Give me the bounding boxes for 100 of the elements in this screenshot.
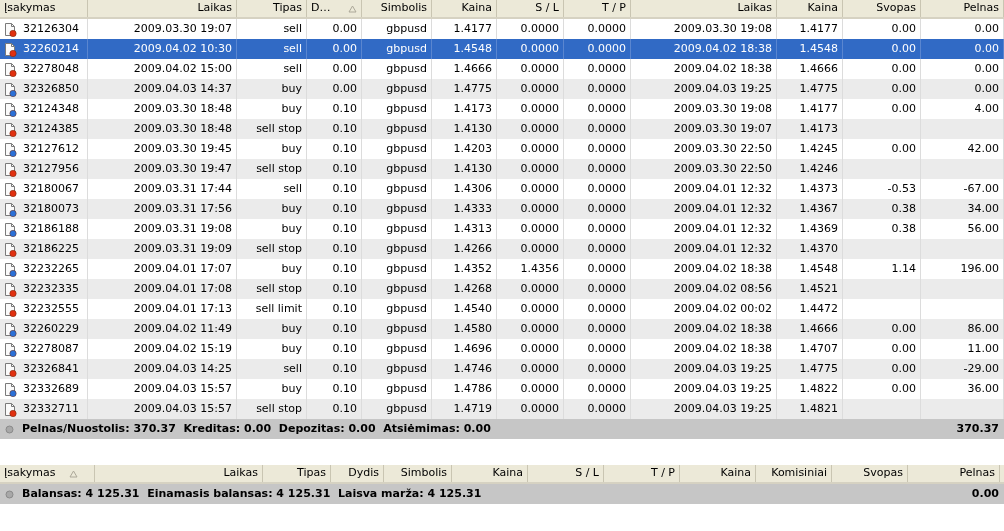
table-cell-text: gbpusd — [386, 240, 427, 257]
table-cell-text: 1.4580 — [453, 320, 492, 337]
table-cell-text: 2009.04.03 19:25 — [673, 80, 772, 97]
table-cell-text: gbpusd — [386, 100, 427, 117]
column-header[interactable]: D… — [307, 0, 362, 17]
order-row[interactable]: 32180073 2009.03.31 17:56 buy 0.10 gbpusd 1.4333 0.0000 0.0000 2009.04.01 12:32 1.4367 0.38 34.00 — [0, 199, 1004, 219]
table-cell-text: 0.0000 — [520, 380, 559, 397]
column-header[interactable]: Įsakymas — [0, 0, 88, 17]
table-cell-text: 0.0000 — [520, 400, 559, 417]
header-label: Įsakymas — [4, 0, 56, 17]
column-header[interactable]: T / P — [604, 465, 680, 482]
column-header[interactable]: Įsakymas — [0, 465, 95, 482]
table-cell-text: 2009.04.02 15:19 — [133, 340, 232, 357]
table-cell-text: 1.4130 — [453, 120, 492, 137]
column-header[interactable]: Kaina — [777, 0, 843, 17]
column-header[interactable]: Komisiniai — [756, 465, 832, 482]
table-cell-text: gbpusd — [386, 400, 427, 417]
table-cell-text: gbpusd — [386, 380, 427, 397]
table-cell-text: 0.10 — [332, 140, 357, 157]
table-cell-text: 1.4173 — [799, 120, 838, 137]
order-row[interactable]: 32326841 2009.04.03 14:25 sell 0.10 gbpusd 1.4746 0.0000 0.0000 2009.04.03 19:25 1.4775 0.00 -29.00 — [0, 359, 1004, 379]
column-header[interactable]: Pelnas — [908, 465, 1000, 482]
column-header[interactable]: Simbolis — [362, 0, 432, 17]
header-label: D… — [311, 0, 331, 17]
order-row[interactable]: 32260229 2009.04.02 11:49 buy 0.10 gbpusd 1.4580 0.0000 0.0000 2009.04.02 18:38 1.4666 0.00 86.00 — [0, 319, 1004, 339]
order-row[interactable]: 32186225 2009.03.31 19:09 sell stop 0.10 gbpusd 1.4266 0.0000 0.0000 2009.04.01 12:32 1.4370 — [0, 239, 1004, 259]
column-header[interactable]: Svopas — [843, 0, 921, 17]
header-label: Komisiniai — [771, 465, 827, 482]
column-header[interactable]: S / L — [497, 0, 564, 17]
header-label: Kaina — [720, 465, 751, 482]
table-cell-text: 2009.04.01 17:07 — [133, 260, 232, 277]
column-header[interactable]: Laikas — [631, 0, 777, 17]
table-cell-text: 0.00 — [332, 80, 357, 97]
table-cell-text: 2009.04.02 08:56 — [673, 280, 772, 297]
column-header[interactable]: Pelnas — [921, 0, 1004, 17]
table-cell-text: 1.4203 — [453, 140, 492, 157]
column-header[interactable]: Laikas — [95, 465, 263, 482]
table-cell-text: 1.4775 — [799, 80, 838, 97]
order-row[interactable]: 32124385 2009.03.30 18:48 sell stop 0.10 gbpusd 1.4130 0.0000 0.0000 2009.03.30 19:07 1.4173 — [0, 119, 1004, 139]
table-cell-text: 2009.04.02 00:02 — [673, 300, 772, 317]
table-cell-text: 32124385 — [23, 120, 79, 137]
order-row[interactable]: 32232335 2009.04.01 17:08 sell stop 0.10 gbpusd 1.4268 0.0000 0.0000 2009.04.02 08:56 1.4521 — [0, 279, 1004, 299]
table-cell-text: 1.4548 — [453, 40, 492, 57]
table-cell-text: gbpusd — [386, 360, 427, 377]
table-cell-text: 0.00 — [891, 60, 916, 77]
order-row[interactable]: 32326850 2009.04.03 14:37 buy 0.00 gbpusd 1.4775 0.0000 0.0000 2009.04.03 19:25 1.4775 0.00 0.00 — [0, 79, 1004, 99]
table-cell-text: 2009.03.30 22:50 — [673, 160, 772, 177]
table-cell-text: 1.4268 — [453, 280, 492, 297]
column-header[interactable]: Kaina — [452, 465, 528, 482]
column-header[interactable]: T / P — [564, 0, 631, 17]
column-header[interactable]: Dydis — [331, 465, 384, 482]
table-cell-text: 2009.03.31 17:44 — [133, 180, 232, 197]
column-header[interactable]: Kaina — [432, 0, 497, 17]
table-cell-text: buy — [281, 200, 302, 217]
order-row[interactable]: 32260214 2009.04.02 10:30 sell 0.00 gbpusd 1.4548 0.0000 0.0000 2009.04.02 18:38 1.4548 0.00 0.00 — [0, 39, 1004, 59]
table-cell-text: 2009.04.03 19:25 — [673, 360, 772, 377]
column-header[interactable]: Laikas — [88, 0, 237, 17]
account-summary: Pelnas/Nuostolis: 370.37 Kreditas: 0.00 Depozitas: 0.00 Atsiėmimas: 0.00 — [22, 420, 491, 437]
table-cell-text: 0.0000 — [587, 380, 626, 397]
table-cell-text: 2009.04.03 14:37 — [133, 80, 232, 97]
table-cell-text: 1.4719 — [453, 400, 492, 417]
table-cell-text: 0.0000 — [587, 240, 626, 257]
table-cell-text: 0.0000 — [520, 40, 559, 57]
order-row[interactable]: 32332711 2009.04.03 15:57 sell stop 0.10 gbpusd 1.4719 0.0000 0.0000 2009.04.03 19:25 1.4821 — [0, 399, 1004, 419]
table-cell-text: buy — [281, 260, 302, 277]
table-cell-text: 56.00 — [967, 220, 999, 237]
column-header[interactable]: Simbolis — [384, 465, 452, 482]
table-cell-text: 2009.04.03 15:57 — [133, 380, 232, 397]
table-cell-text: 0.0000 — [520, 140, 559, 157]
header-label: Laikas — [197, 0, 232, 17]
header-label: Simbolis — [400, 465, 447, 482]
table-cell-text: 0.00 — [332, 20, 357, 37]
column-header[interactable]: Tipas — [263, 465, 331, 482]
table-cell-text: 0.10 — [332, 240, 357, 257]
table-cell-text: 0.10 — [332, 340, 357, 357]
table-cell-text: sell — [283, 40, 302, 57]
table-cell-text: 0.0000 — [587, 340, 626, 357]
column-header[interactable]: S / L — [528, 465, 604, 482]
table-cell-text: -0.53 — [887, 180, 916, 197]
table-cell-text: 0.00 — [332, 60, 357, 77]
table-cell-text: 2009.03.31 19:08 — [133, 220, 232, 237]
table-cell-text: 32126304 — [23, 20, 79, 37]
table-cell-text: 0.00 — [974, 80, 999, 97]
table-cell-text: 0.0000 — [587, 200, 626, 217]
header-label: S / L — [535, 0, 559, 17]
table-cell-text: 0.0000 — [520, 20, 559, 37]
order-row[interactable]: 32127956 2009.03.30 19:47 sell stop 0.10 gbpusd 1.4130 0.0000 0.0000 2009.03.30 22:50 1.4246 — [0, 159, 1004, 179]
column-header[interactable]: Tipas — [237, 0, 307, 17]
column-header[interactable]: Svopas — [832, 465, 908, 482]
table-cell-text: 1.4775 — [453, 80, 492, 97]
table-cell-text: 1.4356 — [520, 260, 559, 277]
table-cell-text: 0.10 — [332, 100, 357, 117]
table-cell-text: gbpusd — [386, 300, 427, 317]
table-cell-text: 0.10 — [332, 200, 357, 217]
table-cell-text: 0.10 — [332, 300, 357, 317]
table-cell-text: 2009.03.31 19:09 — [133, 240, 232, 257]
table-cell-text: 1.4548 — [799, 40, 838, 57]
table-cell-text: gbpusd — [386, 140, 427, 157]
column-header[interactable]: Kaina — [680, 465, 756, 482]
status-dot-icon — [5, 424, 14, 434]
